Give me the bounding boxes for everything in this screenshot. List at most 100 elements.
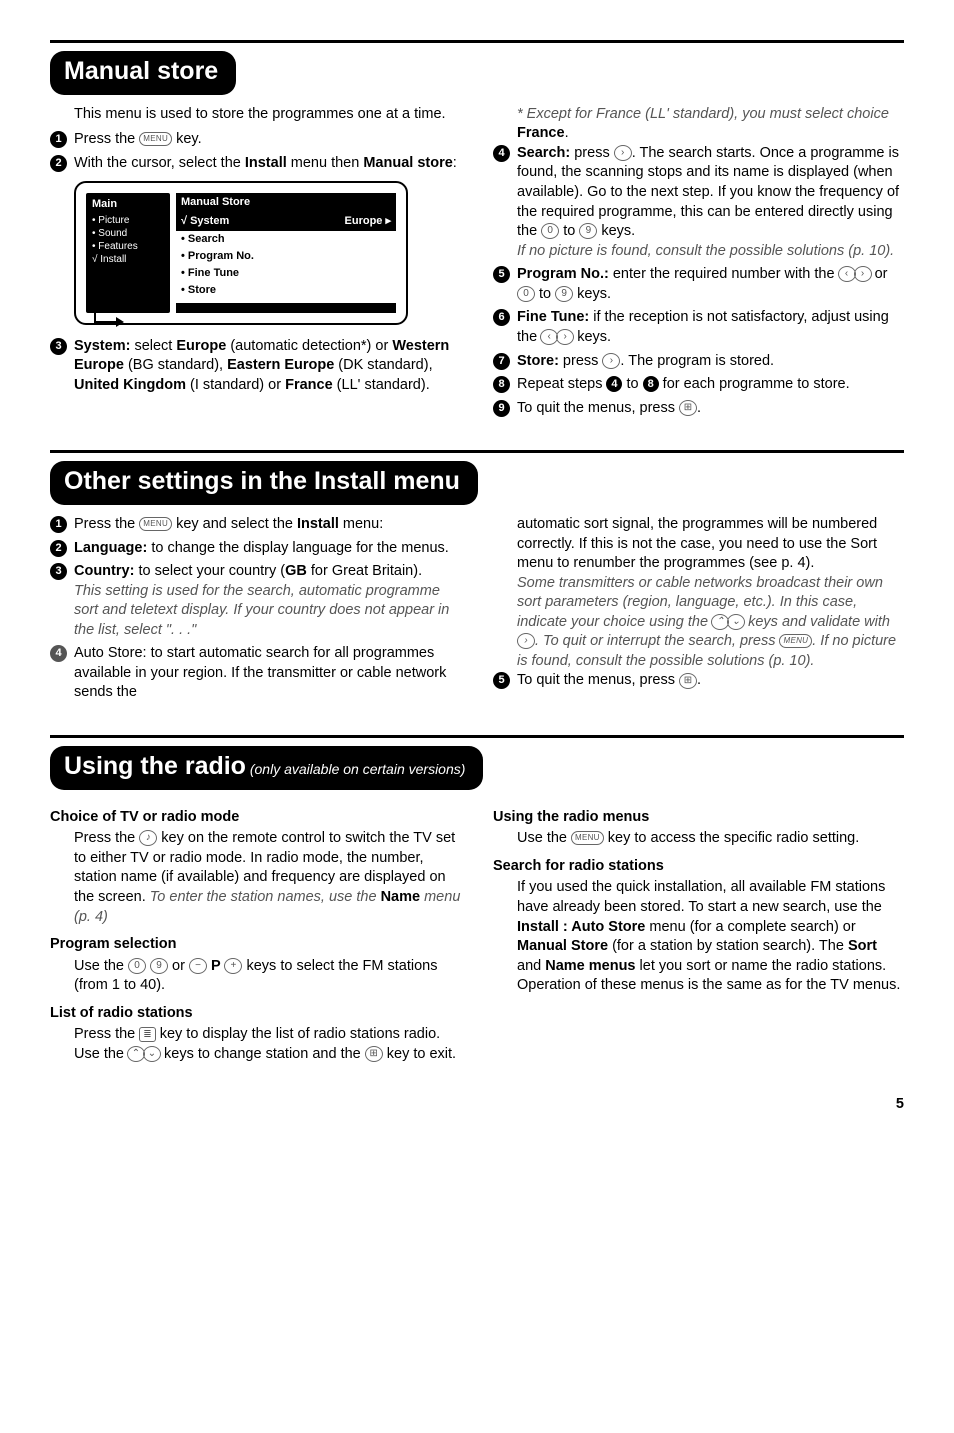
text: or (871, 266, 888, 282)
section-rule (50, 450, 904, 453)
onscreen-menu-illustration: Main • Picture • Sound • Features √ Inst… (74, 181, 408, 324)
menu-item: • Picture (92, 214, 164, 227)
down-key-icon: ⌄ (727, 614, 745, 630)
text: to (622, 376, 642, 392)
text: or (168, 958, 189, 974)
step-ref-4-icon: 4 (606, 376, 622, 392)
step-5: Program No.: enter the required number w… (493, 265, 904, 304)
radio-menus-body: Use the MENU key to access the specific … (517, 829, 904, 849)
text: Program No.: (517, 266, 609, 282)
text: P (207, 958, 224, 974)
manual-left-col: This menu is used to store the programme… (50, 105, 461, 422)
text: press (570, 145, 614, 161)
text: Repeat steps (517, 376, 606, 392)
radio-left-col: Choice of TV or radio mode Press the ♪ k… (50, 800, 461, 1065)
text: Press the (74, 1026, 139, 1042)
left-key-icon: ‹ (838, 266, 856, 282)
text: (for a station by station search). The (608, 938, 848, 954)
step-4: Auto Store: to start automatic search fo… (50, 644, 461, 703)
text: menu: (339, 516, 383, 532)
step-3: Country: to select your country (GB for … (50, 562, 461, 640)
text: Install : Auto Store (517, 919, 645, 935)
menu-sub-header: Manual Store (176, 193, 396, 212)
text: To enter the station names, use the (150, 889, 381, 905)
other-right-text: automatic sort signal, the programmes wi… (517, 515, 904, 672)
menu-key-icon: MENU (139, 517, 172, 531)
exit-key-icon: ⊞ (365, 1046, 383, 1062)
text: (I standard) or (186, 377, 285, 393)
text: With the cursor, select the (74, 155, 245, 171)
other-right-col: automatic sort signal, the programmes wi… (493, 515, 904, 707)
text: To quit the menus, press (517, 672, 679, 688)
text: (automatic detection*) or (226, 338, 392, 354)
down-key-icon: ⌄ (143, 1046, 161, 1062)
text: Install (297, 516, 339, 532)
heading-list-stations: List of radio stations (50, 1004, 461, 1024)
section-rule (50, 735, 904, 738)
manual-steps-left: Press the MENU key. With the cursor, sel… (50, 130, 461, 173)
step-ref-8-icon: 8 (643, 376, 659, 392)
text: (BG standard), (124, 357, 227, 373)
text: : (453, 155, 457, 171)
text: keys. (573, 329, 611, 345)
text: Eastern Europe (227, 357, 334, 373)
text: GB (285, 563, 307, 579)
menu-item: • Features (92, 240, 164, 253)
text: menu then (287, 155, 364, 171)
step-8: Repeat steps 4 to 8 for each programme t… (493, 375, 904, 395)
section-rule (50, 40, 904, 43)
step-3: System: select Europe (automatic detecti… (50, 337, 461, 396)
nine-key-icon: 9 (555, 286, 573, 302)
text: United Kingdom (74, 377, 186, 393)
text: France (285, 377, 333, 393)
radio-key-icon: ♪ (139, 830, 157, 846)
other-left-col: Press the MENU key and select the Instal… (50, 515, 461, 707)
left-right-keys-icon: ‹› (541, 329, 573, 345)
step-5: To quit the menus, press ⊞. (493, 671, 904, 691)
right-key-icon: › (602, 353, 620, 369)
choice-mode-body: Press the ♪ key on the remote control to… (74, 829, 461, 927)
arrow-icon (94, 283, 120, 323)
subtitle: (only available on certain versions) (246, 761, 465, 777)
text: Store: (517, 353, 559, 369)
text: press (559, 353, 603, 369)
other-settings-title: Other settings in the Install menu (50, 461, 478, 505)
program-selection-body: Use the 0 9 or − P + keys to select the … (74, 957, 461, 996)
other-steps-right: To quit the menus, press ⊞. (493, 671, 904, 691)
menu-item: • Sound (92, 227, 164, 240)
menu-key-icon: MENU (139, 132, 172, 146)
text: . To quit or interrupt the search, press (535, 633, 779, 649)
right-key-icon: › (854, 266, 872, 282)
manual-store-columns: This menu is used to store the programme… (50, 105, 904, 422)
menu-item: • Fine Tune (176, 265, 396, 282)
step-7: Store: press ›. The program is stored. (493, 352, 904, 372)
nine-key-icon: 9 (150, 958, 168, 974)
menu-item: • Store (176, 282, 396, 299)
text: keys. (597, 223, 635, 239)
step-4: Search: press ›. The search starts. Once… (493, 144, 904, 261)
text: keys. (573, 286, 611, 302)
text: Search: (517, 145, 570, 161)
text: Name (381, 889, 421, 905)
exit-key-icon: ⊞ (679, 400, 697, 416)
text: If no picture is found, consult the poss… (517, 242, 904, 262)
text: Press the (74, 516, 139, 532)
text: enter the required number with the (609, 266, 839, 282)
text: Europe ▸ (345, 214, 391, 229)
right-key-icon: › (614, 145, 632, 161)
text: Manual Store (517, 938, 608, 954)
other-settings-columns: Press the MENU key and select the Instal… (50, 515, 904, 707)
menu-item: • Program No. (176, 248, 396, 265)
list-key-icon: ≣ (139, 1027, 155, 1042)
up-down-keys-icon: ⌃⌄ (128, 1046, 160, 1062)
text: If you used the quick installation, all … (517, 879, 885, 915)
text: Manual store (363, 155, 452, 171)
text: Use the (74, 958, 128, 974)
menu-item: √ Install (92, 253, 164, 266)
heading-radio-menus: Using the radio menus (493, 808, 904, 828)
manual-right-col: * Except for France (LL' standard), you … (493, 105, 904, 422)
text: keys to change station and the (160, 1046, 365, 1062)
exit-key-icon: ⊞ (679, 673, 697, 689)
text: select (130, 338, 176, 354)
step-9: To quit the menus, press ⊞. (493, 399, 904, 419)
